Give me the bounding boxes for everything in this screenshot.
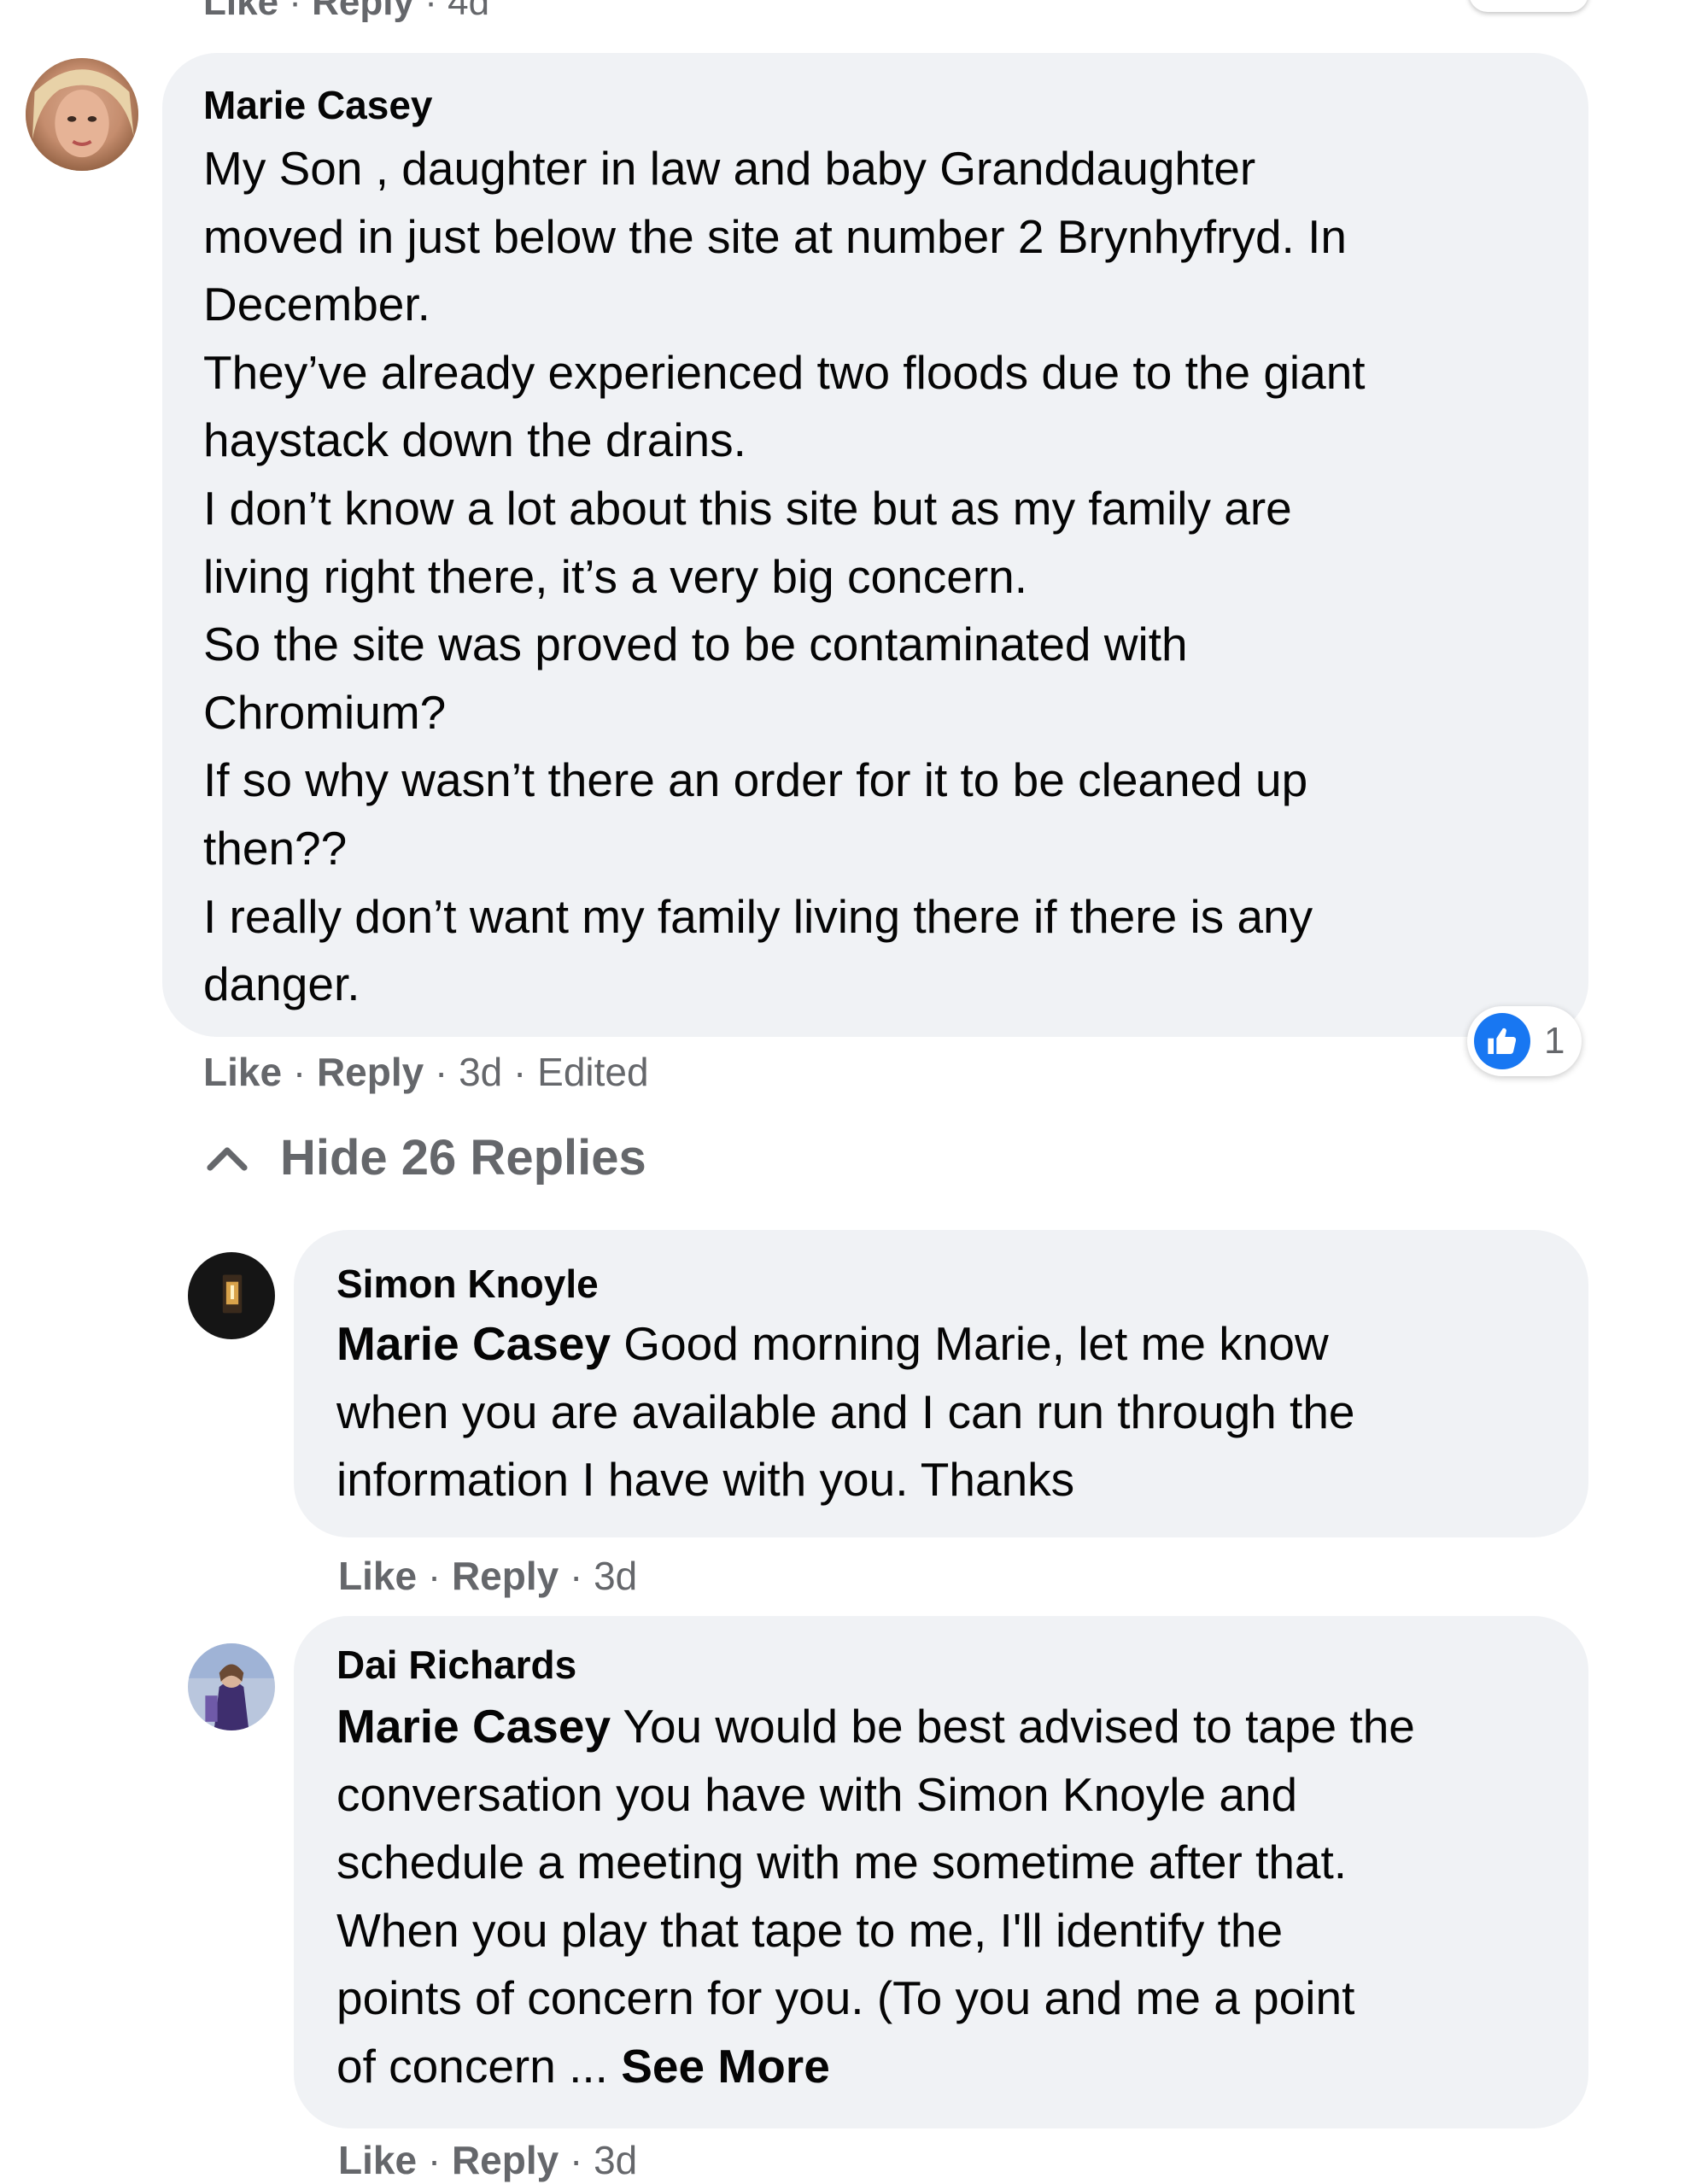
like-icon	[1474, 1013, 1530, 1069]
avatar-image	[188, 1643, 275, 1730]
comment-line: living right there, it’s a very big conc…	[203, 549, 1027, 603]
mention-link[interactable]: Marie Casey	[336, 1317, 611, 1370]
comment-line: If so why wasn’t there an order for it t…	[203, 753, 1308, 807]
reply-author[interactable]: Dai Richards	[336, 1642, 576, 1688]
comment-line: haystack down the drains.	[203, 413, 746, 467]
timestamp[interactable]: 4d	[447, 0, 489, 23]
reply-bubble: Simon Knoyle Marie Casey Good morning Ma…	[294, 1230, 1588, 1537]
comment-line: Chromium?	[203, 685, 447, 739]
reply-line: points of concern for you. (To you and m…	[336, 1971, 1355, 2025]
reply-line: conversation you have with Simon Knoyle …	[336, 1767, 1298, 1821]
like-link[interactable]: Like	[338, 2138, 417, 2182]
reply-actions: Like · Reply · 3d	[338, 2138, 638, 2182]
timestamp[interactable]: 3d	[594, 2138, 637, 2182]
reply-actions: Like · Reply · 3d	[338, 1554, 638, 1598]
reply-line: information I have with you. Thanks	[336, 1453, 1075, 1507]
comment-line: They’ve already experienced two floods d…	[203, 345, 1366, 399]
avatar-image	[26, 58, 138, 171]
thumbs-up-glyph	[1488, 1028, 1517, 1054]
reply-link[interactable]: Reply	[317, 1050, 424, 1094]
edited-label[interactable]: Edited	[537, 1050, 648, 1094]
avatar-image	[188, 1252, 275, 1339]
reaction-count: 1	[1544, 1020, 1565, 1062]
reply-line: of concern ...	[336, 2039, 622, 2093]
like-link[interactable]: Like	[203, 0, 278, 23]
comment-line: December.	[203, 278, 430, 331]
reply-link[interactable]: Reply	[452, 1554, 559, 1598]
reply-line: When you play that tape to me, I'll iden…	[336, 1903, 1284, 1957]
reply-link[interactable]: Reply	[452, 2138, 559, 2182]
hide-replies-button[interactable]: Hide 26 Replies	[205, 1129, 646, 1186]
reply-link[interactable]: Reply	[312, 0, 414, 23]
reply-bubble: Dai Richards Marie Casey You would be be…	[294, 1616, 1588, 2128]
comment-text: My Son , daughter in law and baby Grandd…	[203, 135, 1366, 1019]
comment-line: moved in just below the site at number 2…	[203, 209, 1347, 263]
chevron-up-icon	[205, 1144, 249, 1173]
hide-replies-label: Hide 26 Replies	[280, 1130, 646, 1186]
like-link[interactable]: Like	[203, 1050, 282, 1094]
comment-line: I really don’t want my family living the…	[203, 889, 1313, 943]
comment-line: danger.	[203, 957, 360, 1011]
avatar-dai-richards[interactable]	[188, 1643, 275, 1730]
like-link[interactable]: Like	[338, 1554, 417, 1598]
reply-author[interactable]: Simon Knoyle	[336, 1261, 599, 1307]
comment-line: My Son , daughter in law and baby Grandd…	[203, 142, 1256, 195]
comment-actions: Like · Reply · 3d · Edited	[203, 1050, 649, 1094]
comment-line: I don’t know a lot about this site but a…	[203, 481, 1292, 535]
comment-bubble: Marie Casey My Son , daughter in law and…	[162, 53, 1588, 1037]
timestamp[interactable]: 3d	[594, 1554, 637, 1598]
reply-line: when you are available and I can run thr…	[336, 1385, 1355, 1438]
avatar-simon-knoyle[interactable]	[188, 1252, 275, 1339]
mention-link[interactable]: Marie Casey	[336, 1700, 611, 1753]
reply-text: Marie Casey You would be best advised to…	[336, 1700, 1415, 2093]
previous-reaction-badge[interactable]	[1469, 0, 1588, 12]
comment-line: So the site was proved to be contaminate…	[203, 618, 1188, 671]
comment-line: then??	[203, 821, 348, 875]
reaction-badge[interactable]: 1	[1467, 1006, 1582, 1076]
timestamp[interactable]: 3d	[459, 1050, 502, 1094]
reply-line: schedule a meeting with me sometime afte…	[336, 1836, 1348, 1889]
previous-comment-actions: Like · Reply · 4d	[203, 0, 489, 24]
reply-text: Marie Casey Good morning Marie, let me k…	[336, 1310, 1355, 1514]
see-more-link[interactable]: See More	[621, 2040, 830, 2093]
comment-author[interactable]: Marie Casey	[203, 82, 433, 128]
avatar-marie-casey[interactable]	[26, 58, 138, 171]
